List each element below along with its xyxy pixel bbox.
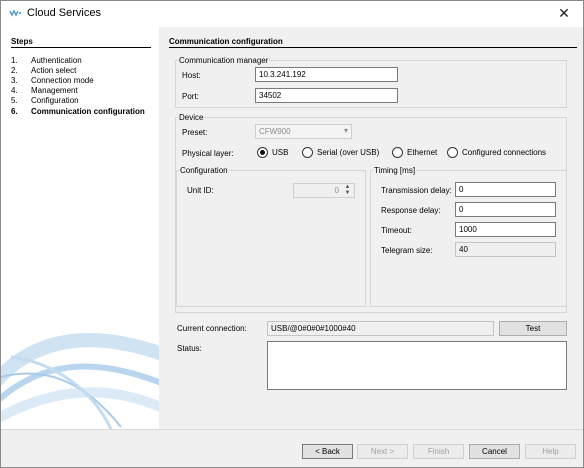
radio-icon: [392, 147, 403, 158]
radio-serial[interactable]: Serial (over USB): [302, 147, 379, 158]
back-button[interactable]: < Back: [302, 444, 353, 459]
current-connection-label: Current connection:: [177, 324, 247, 333]
transmission-delay-label: Transmission delay:: [381, 186, 452, 195]
telegram-size-field: 40: [455, 242, 556, 257]
test-button[interactable]: Test: [499, 321, 567, 336]
chevron-down-icon: ▾: [343, 126, 348, 135]
port-input[interactable]: 34502: [255, 88, 398, 103]
step-item: 5. Configuration: [11, 96, 79, 105]
radio-usb[interactable]: USB: [257, 147, 288, 158]
host-input[interactable]: 10.3.241.192: [255, 67, 398, 82]
response-delay-label: Response delay:: [381, 206, 441, 215]
window-title: Cloud Services: [27, 7, 101, 19]
steps-panel: Steps 1. Authentication 2. Action select 3…: [1, 27, 159, 429]
spin-arrows-icon[interactable]: ▲ ▼: [342, 184, 353, 197]
status-text-area[interactable]: [267, 341, 567, 390]
physical-layer-label: Physical layer:: [182, 149, 234, 158]
transmission-delay-input[interactable]: 0: [455, 182, 556, 197]
finish-button[interactable]: Finish: [413, 444, 464, 459]
app-logo-icon: [9, 9, 21, 17]
telegram-size-label: Telegram size:: [381, 246, 433, 255]
timeout-input[interactable]: 1000: [455, 222, 556, 237]
response-delay-input[interactable]: 0: [455, 202, 556, 217]
status-label: Status:: [177, 344, 202, 353]
current-connection-field: USB/@0#0#0#1000#40: [267, 321, 494, 336]
preset-select[interactable]: CFW900 ▾: [255, 124, 352, 139]
close-icon[interactable]: ✕: [555, 3, 573, 23]
steps-heading: Steps: [11, 37, 151, 48]
host-label: Host:: [182, 71, 201, 80]
radio-ethernet[interactable]: Ethernet: [392, 147, 437, 158]
radio-configured-connections[interactable]: Configured connections: [447, 147, 546, 158]
step-item: 2. Action select: [11, 66, 77, 75]
help-button[interactable]: Help: [525, 444, 576, 459]
configuration-legend: Configuration: [180, 166, 228, 175]
wizard-window: Cloud Services ✕ Steps 1. Authentication …: [0, 0, 584, 468]
unit-id-label: Unit ID:: [187, 186, 214, 195]
step-item-current: 6. Communication configuration: [11, 107, 145, 116]
port-label: Port:: [182, 92, 199, 101]
cancel-button[interactable]: Cancel: [469, 444, 520, 459]
page-title: Communication configuration: [169, 37, 577, 48]
radio-icon: [302, 147, 313, 158]
step-item: 1. Authentication: [11, 56, 82, 65]
step-item: 3. Connection mode: [11, 76, 94, 85]
unit-id-stepper[interactable]: 0 ▲ ▼: [293, 183, 355, 198]
timeout-label: Timeout:: [381, 226, 412, 235]
timing-legend: Timing [ms]: [374, 166, 416, 175]
title-bar: Cloud Services ✕: [1, 1, 583, 27]
footer-divider: [1, 429, 583, 430]
device-legend: Device: [179, 113, 204, 122]
decorative-swirl-icon: [1, 333, 159, 429]
step-item: 4. Management: [11, 86, 78, 95]
radio-selected-icon: [257, 147, 268, 158]
radio-icon: [447, 147, 458, 158]
preset-label: Preset:: [182, 128, 208, 137]
communication-manager-legend: Communication manager: [179, 56, 269, 65]
next-button[interactable]: Next >: [357, 444, 408, 459]
